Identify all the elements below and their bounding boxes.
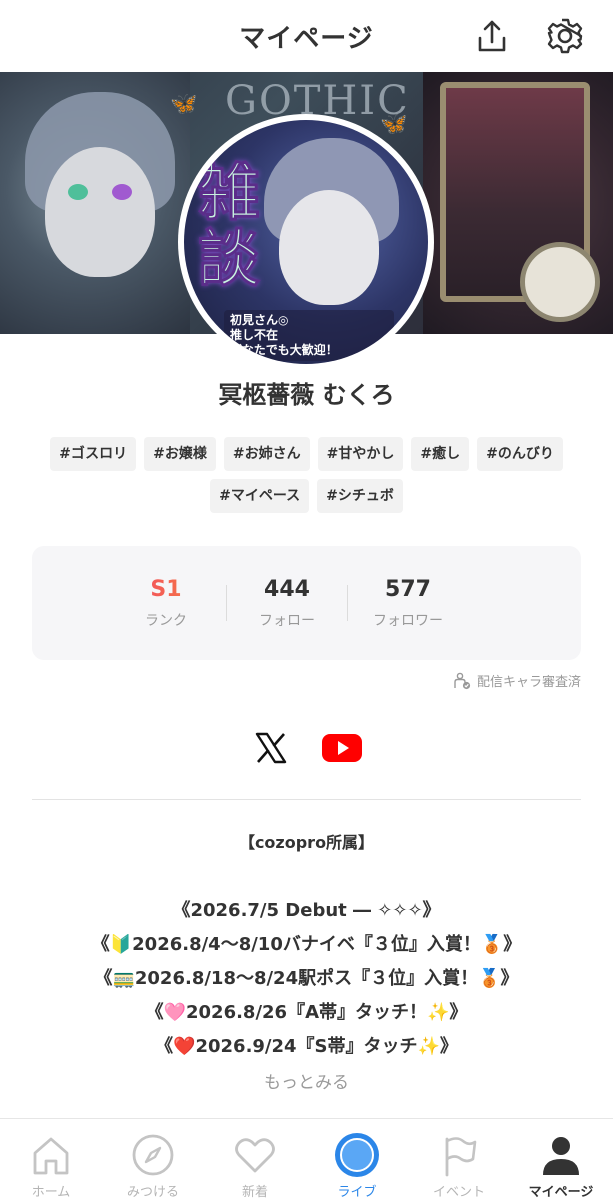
banner-eye-right (112, 184, 132, 200)
avatar-caption: 初見さん◎ 推し不在 どなたでも大歓迎！ (224, 310, 394, 361)
avatar-caption-line: どなたでも大歓迎！ (230, 343, 338, 357)
tag-chip[interactable]: #お姉さん (223, 437, 310, 471)
tab-home-label: ホーム (31, 1185, 71, 1200)
tab-new-label: 新着 (241, 1185, 268, 1200)
bottom-tab-bar: ホーム みつける 新着 ライブ イベント マイページ (0, 1118, 613, 1200)
heart-icon (235, 1138, 275, 1173)
follower-stat[interactable]: 577 フォロワー (348, 576, 468, 630)
tag-chip[interactable]: #のんびり (477, 437, 563, 471)
tab-live[interactable]: ライブ (306, 1119, 408, 1200)
tab-discover[interactable]: みつける (102, 1119, 204, 1200)
butterfly-icon: 🦋 (380, 112, 408, 137)
tab-discover-label: みつける (126, 1185, 179, 1200)
bio-lines: 《2026.7/5 Debut ― ✧✧✧》 《🔰2026.8/4〜8/10バナ… (0, 894, 613, 1064)
bio-line: 《❤️2026.9/24『S帯』タッチ✨》 (155, 1036, 458, 1057)
tag-chip[interactable]: #シチュボ (317, 479, 403, 513)
verified-text: 配信キャラ審査済 (476, 675, 581, 690)
live-icon (335, 1133, 379, 1177)
youtube-icon (322, 734, 362, 762)
banner-character-face (45, 147, 155, 277)
tab-event-label: イベント (432, 1185, 485, 1200)
share-button[interactable] (470, 14, 514, 58)
section-divider (32, 799, 581, 800)
tag-chip[interactable]: #マイペース (210, 479, 310, 513)
tab-new[interactable]: 新着 (204, 1119, 306, 1200)
avatar-zatsudan-text: 雑談 (198, 156, 261, 295)
page-title: マイページ (239, 23, 374, 54)
bio-line: 《2026.7/5 Debut ― ✧✧✧》 (172, 900, 441, 921)
social-links (0, 726, 613, 770)
bio-line: 《🚃2026.8/18〜8/24駅ポス『３位』入賞！🥉》 (94, 968, 519, 989)
rank-value: S1 (106, 576, 226, 604)
banner-eye-left (68, 184, 88, 200)
share-icon (478, 20, 506, 52)
avatar-image: 雑談 初見さん◎ 推し不在 どなたでも大歓迎！ (184, 120, 428, 364)
follower-label: フォロワー (373, 613, 443, 629)
person-icon (543, 1137, 579, 1175)
stats-card: S1 ランク 444 フォロー 577 フォロワー (32, 546, 581, 660)
rank-label: ランク (145, 613, 187, 629)
butterfly-icon: 🦋 (170, 92, 198, 117)
youtube-link[interactable] (320, 726, 364, 770)
profile-name: 冥柩薔薇 むくろ (218, 381, 395, 409)
tag-chip[interactable]: #お嬢様 (144, 437, 216, 471)
home-icon (33, 1137, 69, 1175)
mypage-screen: マイページ GOTHIC 🦋 🦋 雑談 初見さん◎ 推し不在 どなたでも大歓迎！… (0, 0, 613, 1200)
tag-chip[interactable]: #癒し (411, 437, 470, 471)
tag-chip[interactable]: #甘やかし (317, 437, 404, 471)
avatar-caption-line: 推し不在 (230, 328, 279, 342)
avatar-character-face (279, 190, 379, 305)
tab-event[interactable]: イベント (408, 1119, 510, 1200)
header: マイページ (0, 0, 613, 72)
verified-character-icon (454, 672, 471, 689)
profile-bio: 【cozopro所属】 《2026.7/5 Debut ― ✧✧✧》 《🔰202… (0, 828, 613, 1064)
bio-line: 《🩷2026.8/26『A帯』タッチ！✨》 (145, 1002, 468, 1023)
follow-label: フォロー (259, 613, 315, 629)
see-more-link[interactable]: もっとみる (0, 1068, 613, 1093)
bio-line: 《🔰2026.8/4〜8/10バナイベ『３位』入賞！🥉》 (91, 934, 522, 955)
tab-home[interactable]: ホーム (0, 1119, 102, 1200)
x-logo-icon (255, 732, 287, 764)
follow-stat[interactable]: 444 フォロー (227, 576, 347, 630)
tag-list: #ゴスロリ #お嬢様 #お姉さん #甘やかし #癒し #のんびり #マイペース … (40, 437, 573, 513)
compass-icon (132, 1134, 174, 1176)
avatar[interactable]: 雑談 初見さん◎ 推し不在 どなたでも大歓迎！ (178, 114, 434, 370)
verified-badge: 配信キャラ審査済 (453, 671, 581, 690)
avatar-caption-line: 初見さん◎ (230, 313, 289, 327)
bio-heading: 【cozopro所属】 (238, 833, 375, 852)
gear-icon (547, 18, 583, 54)
x-link[interactable] (249, 726, 293, 770)
tab-mypage-label: マイページ (528, 1185, 594, 1200)
banner-clock-image (520, 242, 600, 322)
flag-icon (445, 1137, 477, 1177)
tab-live-label: ライブ (337, 1185, 377, 1200)
follower-count: 577 (385, 577, 431, 602)
settings-button[interactable] (543, 14, 587, 58)
tag-chip[interactable]: #ゴスロリ (50, 437, 137, 471)
rank-stat[interactable]: S1 ランク (106, 576, 226, 630)
follow-count: 444 (264, 577, 310, 602)
tab-mypage[interactable]: マイページ (510, 1119, 612, 1200)
